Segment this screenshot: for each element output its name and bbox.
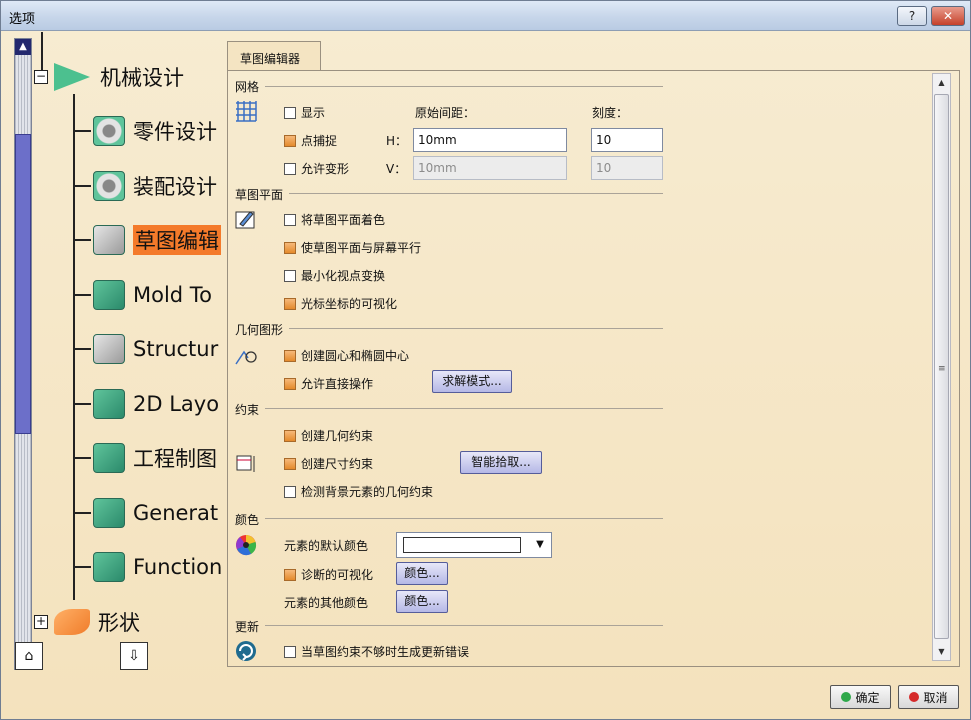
orig-spacing-label: 原始间距： [415,106,476,120]
chevron-down-icon[interactable]: ▼ [529,533,551,557]
dimension-constraint-checkbox[interactable]: 创建尺寸约束 [284,455,373,472]
ok-button[interactable]: 确定 [830,685,891,709]
tree-home-icon[interactable]: ⌂ [15,642,43,670]
functional-icon [93,552,125,582]
parallel-plane-checkbox[interactable]: 使草图平面与屏幕平行 [284,239,421,256]
tree-item-mold-tooling[interactable]: Mold To [73,280,212,310]
drafting-icon [93,443,125,473]
window-title: 选项 [9,12,36,27]
default-color-dropdown[interactable]: ▼ [396,532,552,558]
close-button[interactable]: ✕ [931,6,965,26]
grid-icon [236,101,257,122]
v-spacing-input: 10mm [413,156,567,180]
default-color-label: 元素的默认颜色 [284,539,369,553]
title-bar: 选项 ? ✕ [1,1,970,31]
other-colors-button[interactable]: 颜色... [396,590,448,613]
cancel-icon [909,692,920,702]
v-scale-input: 10 [591,156,663,180]
tree-item-drafting[interactable]: 工程制图 [73,443,217,473]
tree-item-structure[interactable]: Structur [73,334,218,364]
mechanical-design-icon [54,63,90,91]
allow-direct-checkbox[interactable]: 允许直接操作 [284,375,373,392]
options-scrollbar[interactable]: ▲ ≡ ▼ [932,73,951,661]
section-sketch-plane: 草图平面 [235,188,284,202]
sketcher-icon [93,225,125,255]
options-tree: ▲ ▼ − 机械设计 零件设计 装配设计 草图编辑 M [1,32,223,672]
section-colors: 颜色 [235,513,260,527]
expand-icon[interactable]: + [34,615,48,629]
ok-icon [841,692,852,702]
update-icon [236,641,256,661]
diagnosis-color-button[interactable]: 颜色... [396,562,448,585]
h-spacing-input[interactable]: 10mm [413,128,567,152]
collapse-icon[interactable]: − [34,70,48,84]
tree-scroll-thumb[interactable] [15,134,31,434]
tree-item-generative[interactable]: Generat [73,498,218,528]
v-label: V： [386,162,407,176]
help-button[interactable]: ? [897,6,927,26]
cancel-button[interactable]: 取消 [898,685,959,709]
options-window: 选项 ? ✕ ▲ ▼ − 机械设计 零件设计 装配设计 [0,0,971,720]
scroll-up-icon[interactable]: ▲ [15,39,31,55]
scroll-down-icon[interactable]: ▼ [933,643,950,660]
color-wheel-icon [236,535,257,556]
diagnosis-visual-checkbox[interactable]: 诊断的可视化 [284,566,373,583]
h-label: H： [386,134,408,148]
create-centers-checkbox[interactable]: 创建圆心和椭圆中心 [284,347,409,364]
shape-icon [54,609,90,635]
grid-snap-checkbox[interactable]: 点捕捉 [284,132,337,149]
tree-item-mechanical-design[interactable]: − 机械设计 [34,62,184,92]
tree-item-assembly-design[interactable]: 装配设计 [73,171,217,201]
background-constraint-checkbox[interactable]: 检测背景元素的几何约束 [284,483,433,500]
section-update: 更新 [235,620,260,634]
assembly-design-icon [93,171,125,201]
tree-scrollbar[interactable]: ▲ ▼ [14,38,32,670]
tree-item-shape[interactable]: + 形状 [34,607,140,637]
h-scale-input[interactable]: 10 [591,128,663,152]
constraint-icon [236,455,255,472]
sketch-plane-icon [235,211,255,229]
structure-icon [93,334,125,364]
mold-tooling-icon [93,280,125,310]
part-design-icon [93,116,125,146]
2d-layout-icon [93,389,125,419]
section-geometry: 几何图形 [235,323,284,337]
scroll-up-icon[interactable]: ▲ [933,74,950,91]
smart-pick-button[interactable]: 智能拾取... [460,451,542,474]
other-colors-label: 元素的其他颜色 [284,596,369,610]
shade-plane-checkbox[interactable]: 将草图平面着色 [284,211,385,228]
tree-item-2d-layout[interactable]: 2D Layo [73,389,219,419]
cursor-coord-checkbox[interactable]: 光标坐标的可视化 [284,295,397,312]
generative-icon [93,498,125,528]
minimize-viewpoint-checkbox[interactable]: 最小化视点变换 [284,267,385,284]
tree-item-functional[interactable]: Function [73,552,222,582]
tree-locate-icon[interactable]: ⇩ [120,642,148,670]
grid-show-checkbox[interactable]: 显示 [284,104,325,121]
tab-sketcher[interactable]: 草图编辑器 [227,41,321,71]
tree-item-part-design[interactable]: 零件设计 [73,116,217,146]
tree-item-sketcher[interactable]: 草图编辑 [73,225,221,255]
color-swatch [403,537,521,553]
section-constraint: 约束 [235,403,260,417]
update-error-checkbox[interactable]: 当草图约束不够时生成更新错误 [284,643,469,660]
geometry-icon [235,350,257,365]
scale-label: 刻度： [592,106,629,120]
section-grid: 网格 [235,80,260,94]
geometric-constraint-checkbox[interactable]: 创建几何约束 [284,427,373,444]
solve-mode-button[interactable]: 求解模式... [432,370,512,393]
allow-distort-checkbox[interactable]: 允许变形 [284,160,349,177]
